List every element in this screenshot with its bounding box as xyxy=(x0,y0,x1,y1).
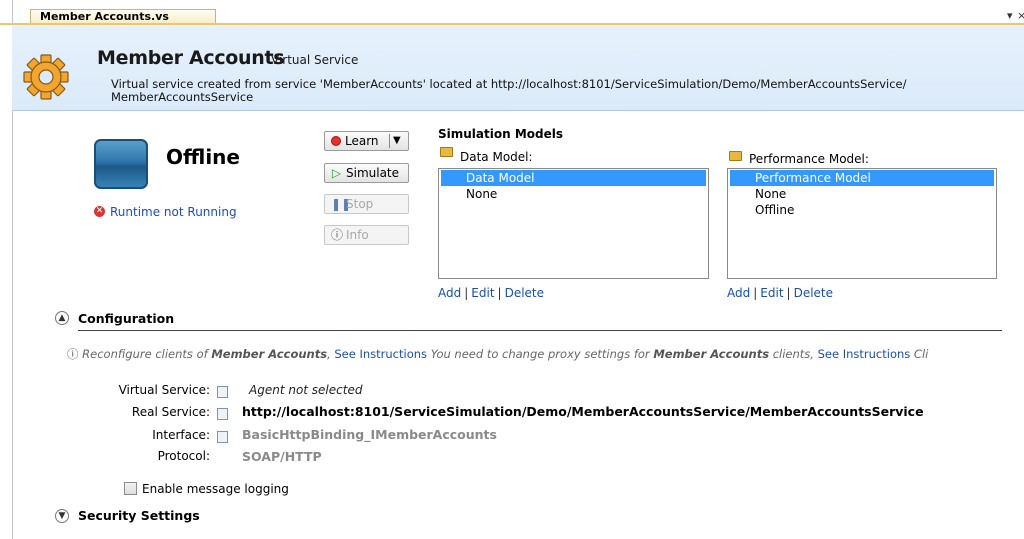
info-icon: ⓘ xyxy=(67,347,79,361)
performance-model-label: Performance Model: xyxy=(749,152,869,166)
virtual-service-value: Agent not selected xyxy=(249,383,363,397)
list-item[interactable]: None xyxy=(728,186,996,202)
delete-data-model-link[interactable]: Delete xyxy=(505,286,544,300)
split-divider xyxy=(389,134,390,148)
info-button[interactable]: ⓘ Info xyxy=(324,225,409,245)
separator: | xyxy=(497,286,502,300)
add-performance-model-link[interactable]: Add xyxy=(727,286,750,300)
document-tab[interactable]: Member Accounts.vs xyxy=(30,9,216,24)
list-item[interactable]: Offline xyxy=(728,202,996,218)
delete-performance-model-link[interactable]: Delete xyxy=(794,286,833,300)
list-item[interactable]: Performance Model xyxy=(730,170,994,186)
record-icon xyxy=(331,136,341,146)
service-description-line1: Virtual service created from service 'Me… xyxy=(111,77,907,91)
copy-icon[interactable] xyxy=(217,386,228,398)
security-settings-heading[interactable]: Security Settings xyxy=(78,508,200,523)
performance-model-list[interactable]: Performance Model None Offline xyxy=(727,168,997,279)
document-tab-label: Member Accounts.vs xyxy=(40,10,169,23)
collapse-configuration-icon[interactable]: ▲ xyxy=(55,311,69,325)
data-model-list[interactable]: Data Model None xyxy=(438,168,709,279)
info-button-label: Info xyxy=(346,228,369,242)
close-tab-icon[interactable]: × xyxy=(1017,9,1024,22)
info-service-name: Member Accounts xyxy=(211,347,328,361)
message-logging-label[interactable]: Enable message logging xyxy=(142,482,289,496)
learn-button[interactable]: Learn ▼ xyxy=(324,131,409,151)
pause-icon: ❚❚ xyxy=(331,197,352,211)
add-data-model-link[interactable]: Add xyxy=(438,286,461,300)
expand-security-icon[interactable]: ▼ xyxy=(55,509,69,523)
message-logging-checkbox[interactable] xyxy=(124,482,137,495)
service-description-line2: MemberAccountsService xyxy=(111,90,254,104)
data-model-label: Data Model: xyxy=(460,150,533,164)
info-text: clients, xyxy=(772,347,814,361)
status-indicator-icon xyxy=(94,139,148,189)
info-text: You need to change proxy settings for xyxy=(430,347,650,361)
edit-performance-model-link[interactable]: Edit xyxy=(760,286,783,300)
info-icon: ⓘ xyxy=(331,228,344,242)
interface-label: Interface: xyxy=(152,428,210,442)
list-item[interactable]: None xyxy=(439,186,708,202)
chevron-down-icon[interactable]: ▼ xyxy=(393,132,401,150)
error-icon: ✕ xyxy=(94,206,105,217)
configuration-divider xyxy=(78,330,1002,331)
configuration-heading[interactable]: Configuration xyxy=(78,311,174,326)
real-service-value: http://localhost:8101/ServiceSimulation/… xyxy=(242,404,924,419)
simulation-models-heading: Simulation Models xyxy=(438,127,563,141)
stop-button-label: Stop xyxy=(346,197,374,211)
status-text: Offline xyxy=(166,145,240,169)
performance-model-icon xyxy=(729,151,742,161)
copy-icon[interactable] xyxy=(217,431,228,443)
copy-icon[interactable] xyxy=(217,408,228,420)
pin-dropdown-icon[interactable]: ▾ xyxy=(1007,9,1013,22)
virtual-service-label: Virtual Service: xyxy=(118,383,210,397)
list-item[interactable]: Data Model xyxy=(441,170,706,186)
separator: | xyxy=(464,286,469,300)
see-instructions-link[interactable]: See Instructions xyxy=(334,347,427,361)
edit-data-model-link[interactable]: Edit xyxy=(471,286,494,300)
learn-button-label: Learn xyxy=(345,134,379,148)
performance-model-actions: Add | Edit | Delete xyxy=(727,286,833,300)
gear-icon xyxy=(23,54,69,100)
data-model-icon xyxy=(440,147,453,157)
protocol-value: SOAP/HTTP xyxy=(242,449,322,464)
info-text: , xyxy=(327,347,331,361)
info-text: Cli xyxy=(913,347,929,361)
service-title: Member Accounts xyxy=(97,47,285,69)
info-text: Reconfigure clients of xyxy=(82,347,208,361)
interface-value: BasicHttpBinding_IMemberAccounts xyxy=(242,427,497,442)
simulate-button-label: Simulate xyxy=(346,166,400,180)
simulate-button[interactable]: ▷ Simulate xyxy=(324,163,409,183)
stop-button[interactable]: ❚❚Stop xyxy=(324,194,409,214)
real-service-label: Real Service: xyxy=(131,405,210,419)
protocol-label: Protocol: xyxy=(157,449,210,463)
runtime-status-link[interactable]: Runtime not Running xyxy=(110,205,237,219)
service-type-label: Virtual Service xyxy=(271,53,359,67)
play-icon: ▷ xyxy=(331,166,342,180)
see-instructions-link[interactable]: See Instructions xyxy=(818,347,911,361)
configuration-info: ⓘ Reconfigure clients of Member Accounts… xyxy=(67,346,1024,362)
separator: | xyxy=(753,286,758,300)
separator: | xyxy=(786,286,791,300)
info-service-name: Member Accounts xyxy=(653,347,770,361)
data-model-actions: Add | Edit | Delete xyxy=(438,286,544,300)
